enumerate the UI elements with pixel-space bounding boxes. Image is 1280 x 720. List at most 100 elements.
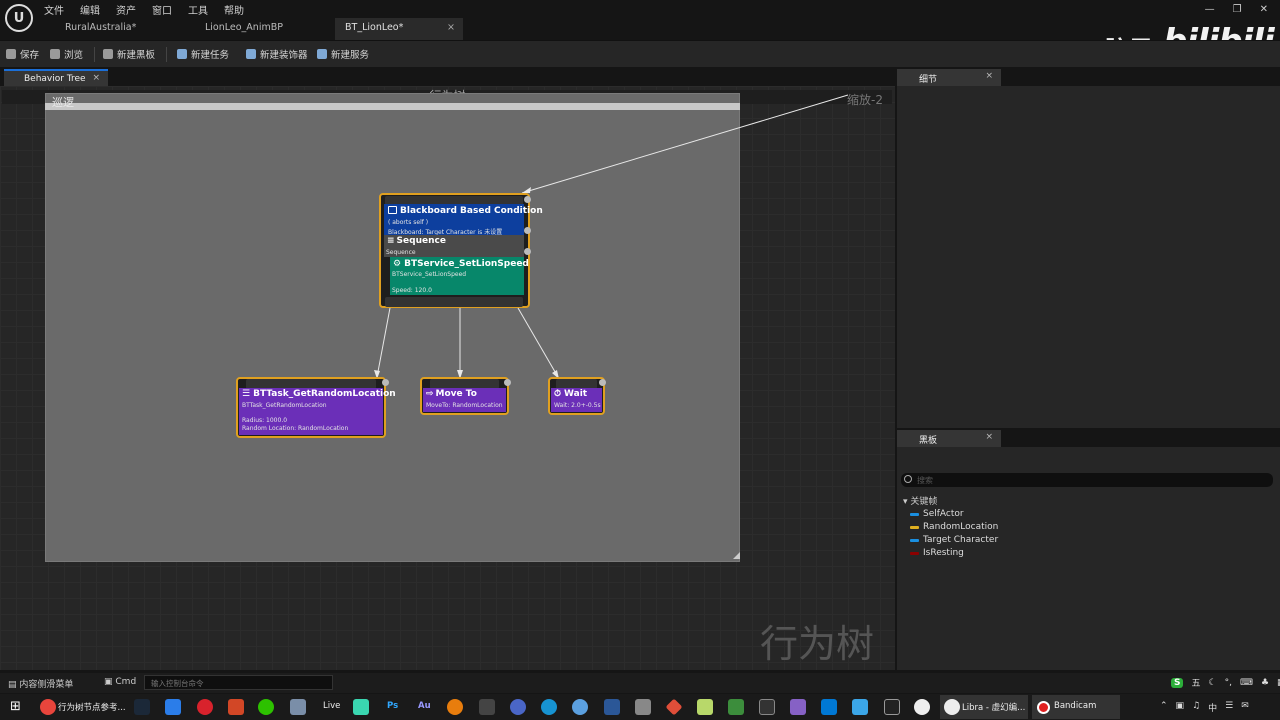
close-icon[interactable]: × <box>985 71 993 81</box>
unreal-icon[interactable] <box>914 699 930 715</box>
ime-status: S 五 ☾ °, ⌨ ♣ ▦ <box>1171 676 1280 689</box>
epic-games-icon[interactable] <box>884 699 900 715</box>
app-icon[interactable] <box>165 699 181 715</box>
console-command-input[interactable]: 输入控制台命令 <box>144 675 333 690</box>
pin-icon[interactable] <box>382 379 389 386</box>
wait-clock-icon: ⏱ <box>554 389 562 399</box>
key-name: SelfActor <box>923 509 964 519</box>
blackboard-key[interactable]: Target Character <box>910 535 998 545</box>
blender-icon[interactable] <box>447 699 463 715</box>
blackboard-key[interactable]: SelfActor <box>910 509 964 519</box>
key-type-icon <box>910 525 919 529</box>
wire-task3 <box>517 307 559 378</box>
taskbar-chrome-label[interactable]: 行为树节点参考... <box>58 701 126 713</box>
decorator-title: Blackboard Based Condition <box>388 206 543 216</box>
terminal-app-icon[interactable] <box>759 699 775 715</box>
taskbar-bandicam-label[interactable]: Bandicam <box>1054 701 1096 711</box>
windows-start-icon[interactable]: ⊞ <box>10 699 21 715</box>
pin-icon[interactable] <box>524 227 531 234</box>
ime-mode[interactable]: 五 <box>1191 676 1200 689</box>
sogou-icon[interactable]: S <box>1171 677 1184 688</box>
netease-music-icon[interactable] <box>197 699 213 715</box>
vscode-icon[interactable] <box>821 699 837 715</box>
network-icon[interactable]: ▣ <box>1176 701 1185 714</box>
blueprint-task-icon: ☰ <box>242 389 251 399</box>
pin-icon[interactable] <box>599 379 606 386</box>
node-output-bar <box>385 297 523 307</box>
live-icon[interactable]: Live <box>323 701 340 711</box>
pin-icon[interactable] <box>504 379 511 386</box>
key-name: RandomLocation <box>923 522 999 532</box>
root-wire <box>521 94 849 194</box>
calculator-icon[interactable] <box>635 699 651 715</box>
system-tray: ⌃ ▣ ♫ 中 ☰ ✉ <box>1160 701 1249 714</box>
content-drawer-label: 内容侧滑菜单 <box>19 680 74 690</box>
unreal-editor-icon[interactable] <box>944 699 960 715</box>
chevron-up-icon[interactable]: ⌃ <box>1160 701 1168 714</box>
punctuation-icon[interactable]: °, <box>1225 678 1232 688</box>
app-icon[interactable] <box>852 699 868 715</box>
task-subtitle: Wait: 2.0+-0.5s <box>554 402 601 409</box>
app-icon[interactable] <box>697 699 713 715</box>
steam-icon[interactable] <box>134 699 150 715</box>
blackboard-key[interactable]: RandomLocation <box>910 522 998 532</box>
inkscape-icon[interactable] <box>479 699 495 715</box>
tab-label: 黑板 <box>919 436 938 446</box>
app-icon[interactable] <box>728 699 744 715</box>
powerpoint-icon[interactable] <box>228 699 244 715</box>
blackboard-search-input[interactable]: 搜索 <box>901 473 1273 487</box>
input-method-icon[interactable]: ☰ <box>1225 701 1233 714</box>
decorator-node-icon <box>388 206 397 214</box>
wechat-icon[interactable] <box>258 699 274 715</box>
task-param: Radius: 1000.0 <box>242 417 288 424</box>
cmd-button[interactable]: ▣ Cmd <box>104 677 136 687</box>
language-indicator[interactable]: 中 <box>1208 701 1217 714</box>
camera-icon[interactable] <box>290 699 306 715</box>
search-icon <box>904 475 912 483</box>
wire-task1 <box>376 307 391 378</box>
notification-icon[interactable]: ✉ <box>1241 701 1249 714</box>
visual-studio-icon[interactable] <box>790 699 806 715</box>
drawer-icon: ▤ <box>8 680 17 690</box>
key-type-icon <box>910 512 919 516</box>
audition-icon[interactable]: Au <box>418 701 431 711</box>
task-subtitle: MoveTo: RandomLocation <box>426 402 503 409</box>
details-panel <box>897 86 1280 428</box>
blackboard-key[interactable]: IsResting <box>910 548 964 558</box>
app-icon[interactable] <box>572 699 588 715</box>
service-title: ⚙ BTService_SetLionSpeed <box>393 259 529 269</box>
app-icon[interactable] <box>541 699 557 715</box>
task-title: ⏱ Wait <box>554 389 588 399</box>
sequence-icon: ≡ <box>387 236 394 246</box>
task-param: Random Location: RandomLocation <box>242 425 349 432</box>
pin-icon[interactable] <box>524 196 531 203</box>
close-icon[interactable]: × <box>985 432 993 442</box>
task-subtitle: BTTask_GetRandomLocation <box>242 402 327 409</box>
app-icon[interactable] <box>604 699 620 715</box>
service-param: Speed: 120.0 <box>392 287 432 294</box>
key-name: IsResting <box>923 548 964 558</box>
bandicam-icon[interactable] <box>1037 701 1050 714</box>
shirt-icon[interactable]: ♣ <box>1261 678 1269 688</box>
chevron-down-icon: ▾ <box>903 497 908 507</box>
content-drawer-button[interactable]: ▤ 内容侧滑菜单 <box>8 677 73 690</box>
group-label: 关键帧 <box>910 497 938 507</box>
blackboard-group-header[interactable]: ▾ 关键帧 <box>903 494 937 507</box>
tab-details[interactable]: 细节 × <box>897 69 1001 86</box>
terminal-icon: ▣ <box>104 677 113 687</box>
tab-blackboard[interactable]: 黑板 × <box>897 430 1001 447</box>
app-icon[interactable] <box>353 699 369 715</box>
move-to-icon: ⇨ <box>426 389 434 399</box>
taskbar-libra-label[interactable]: Libra - 虚幻编... <box>962 701 1025 713</box>
photoshop-icon[interactable]: Ps <box>387 701 398 711</box>
moon-icon[interactable]: ☾ <box>1209 678 1217 688</box>
resize-handle-icon <box>733 552 740 559</box>
chrome-icon[interactable] <box>40 699 56 715</box>
pin-icon[interactable] <box>524 248 531 255</box>
key-type-icon <box>910 538 919 542</box>
app-icon[interactable] <box>510 699 526 715</box>
keyboard-icon[interactable]: ⌨ <box>1240 678 1253 688</box>
tab-label: 细节 <box>919 75 938 85</box>
service-subtitle: BTService_SetLionSpeed <box>392 271 467 278</box>
volume-icon[interactable]: ♫ <box>1192 701 1200 714</box>
